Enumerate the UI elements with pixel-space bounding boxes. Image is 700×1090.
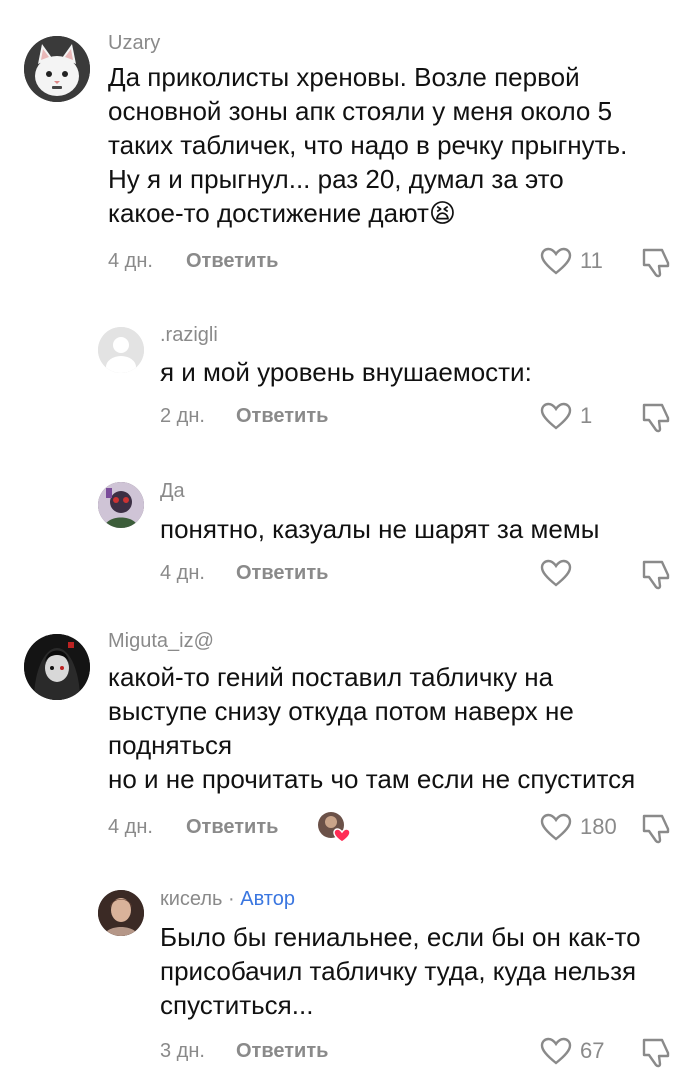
comment-username: кисель · Автор xyxy=(160,888,295,911)
separator-dot: · xyxy=(222,888,241,910)
dark-character-avatar-icon xyxy=(24,634,90,700)
author-badge: Автор xyxy=(240,888,295,910)
like-count: 1 xyxy=(580,403,593,428)
like-button[interactable] xyxy=(540,559,580,587)
comment-username[interactable]: Miguta_iz@ xyxy=(108,630,214,653)
comment-username[interactable]: Uzary xyxy=(108,32,160,55)
character-avatar-icon xyxy=(98,482,144,528)
comment-item: Miguta_iz@ какой-то гений поставил табли… xyxy=(0,610,700,860)
author-avatar-icon xyxy=(98,890,144,936)
comment-username[interactable]: Да xyxy=(160,480,185,503)
dislike-button[interactable] xyxy=(640,400,674,434)
comment-item: Да понятно, казуалы не шарят за мемы 4 д… xyxy=(0,460,700,610)
avatar[interactable] xyxy=(98,482,144,528)
comment-item: Uzary Да приколисты хреновы. Возле перво… xyxy=(0,0,700,300)
heart-icon xyxy=(540,402,572,430)
comment-text: какой-то гений поставил табличку на выст… xyxy=(108,662,636,794)
creator-heart-icon xyxy=(318,812,351,843)
comment-username[interactable]: .razigli xyxy=(160,324,218,347)
like-button[interactable]: 1 xyxy=(540,402,592,430)
heart-icon xyxy=(540,813,572,841)
comment-text: я и мой уровень внушаемости: xyxy=(160,357,532,387)
avatar[interactable] xyxy=(98,327,144,373)
dislike-button[interactable] xyxy=(640,811,674,845)
dislike-button[interactable] xyxy=(640,557,674,591)
author-name[interactable]: кисель xyxy=(160,888,222,910)
thumbs-down-icon xyxy=(642,248,670,278)
comment-age: 3 дн. xyxy=(160,1040,205,1062)
heart-icon xyxy=(540,247,572,275)
reply-button[interactable]: Ответить xyxy=(236,1040,328,1063)
avatar[interactable] xyxy=(24,36,90,102)
default-user-icon xyxy=(98,327,144,373)
comment-item: .razigli я и мой уровень внушаемости: 2 … xyxy=(0,300,700,460)
comment-age: 4 дн. xyxy=(160,562,205,584)
dislike-button[interactable] xyxy=(640,245,674,279)
heart-icon xyxy=(540,1037,572,1065)
avatar[interactable] xyxy=(24,634,90,700)
heart-icon xyxy=(540,559,572,587)
like-count: 180 xyxy=(580,814,617,839)
avatar[interactable] xyxy=(98,890,144,936)
comment-item: кисель · Автор Было бы гениальнее, если … xyxy=(0,860,700,1090)
thumbs-down-icon xyxy=(642,1038,670,1068)
thumbs-down-icon xyxy=(642,403,670,433)
reply-button[interactable]: Ответить xyxy=(186,250,278,273)
dislike-button[interactable] xyxy=(640,1035,674,1069)
thumbs-down-icon xyxy=(642,560,670,590)
like-button[interactable]: 67 xyxy=(540,1037,604,1065)
like-button[interactable]: 11 xyxy=(540,247,603,275)
reply-button[interactable]: Ответить xyxy=(236,562,328,585)
comment-age: 4 дн. xyxy=(108,816,153,838)
comment-age: 2 дн. xyxy=(160,405,205,427)
comment-age: 4 дн. xyxy=(108,250,153,272)
comment-text: Да приколисты хреновы. Возле первой осно… xyxy=(108,62,628,228)
like-button[interactable]: 180 xyxy=(540,813,617,841)
like-count: 67 xyxy=(580,1038,605,1063)
comment-text: Было бы гениальнее, если бы он как-то пр… xyxy=(160,922,641,1020)
comment-text: понятно, казуалы не шарят за мемы xyxy=(160,514,600,544)
cat-avatar-icon xyxy=(24,36,90,102)
thumbs-down-icon xyxy=(642,814,670,844)
like-count: 11 xyxy=(580,248,603,273)
creator-liked-badge xyxy=(316,810,351,844)
reply-button[interactable]: Ответить xyxy=(236,405,328,428)
reply-button[interactable]: Ответить xyxy=(186,816,278,839)
